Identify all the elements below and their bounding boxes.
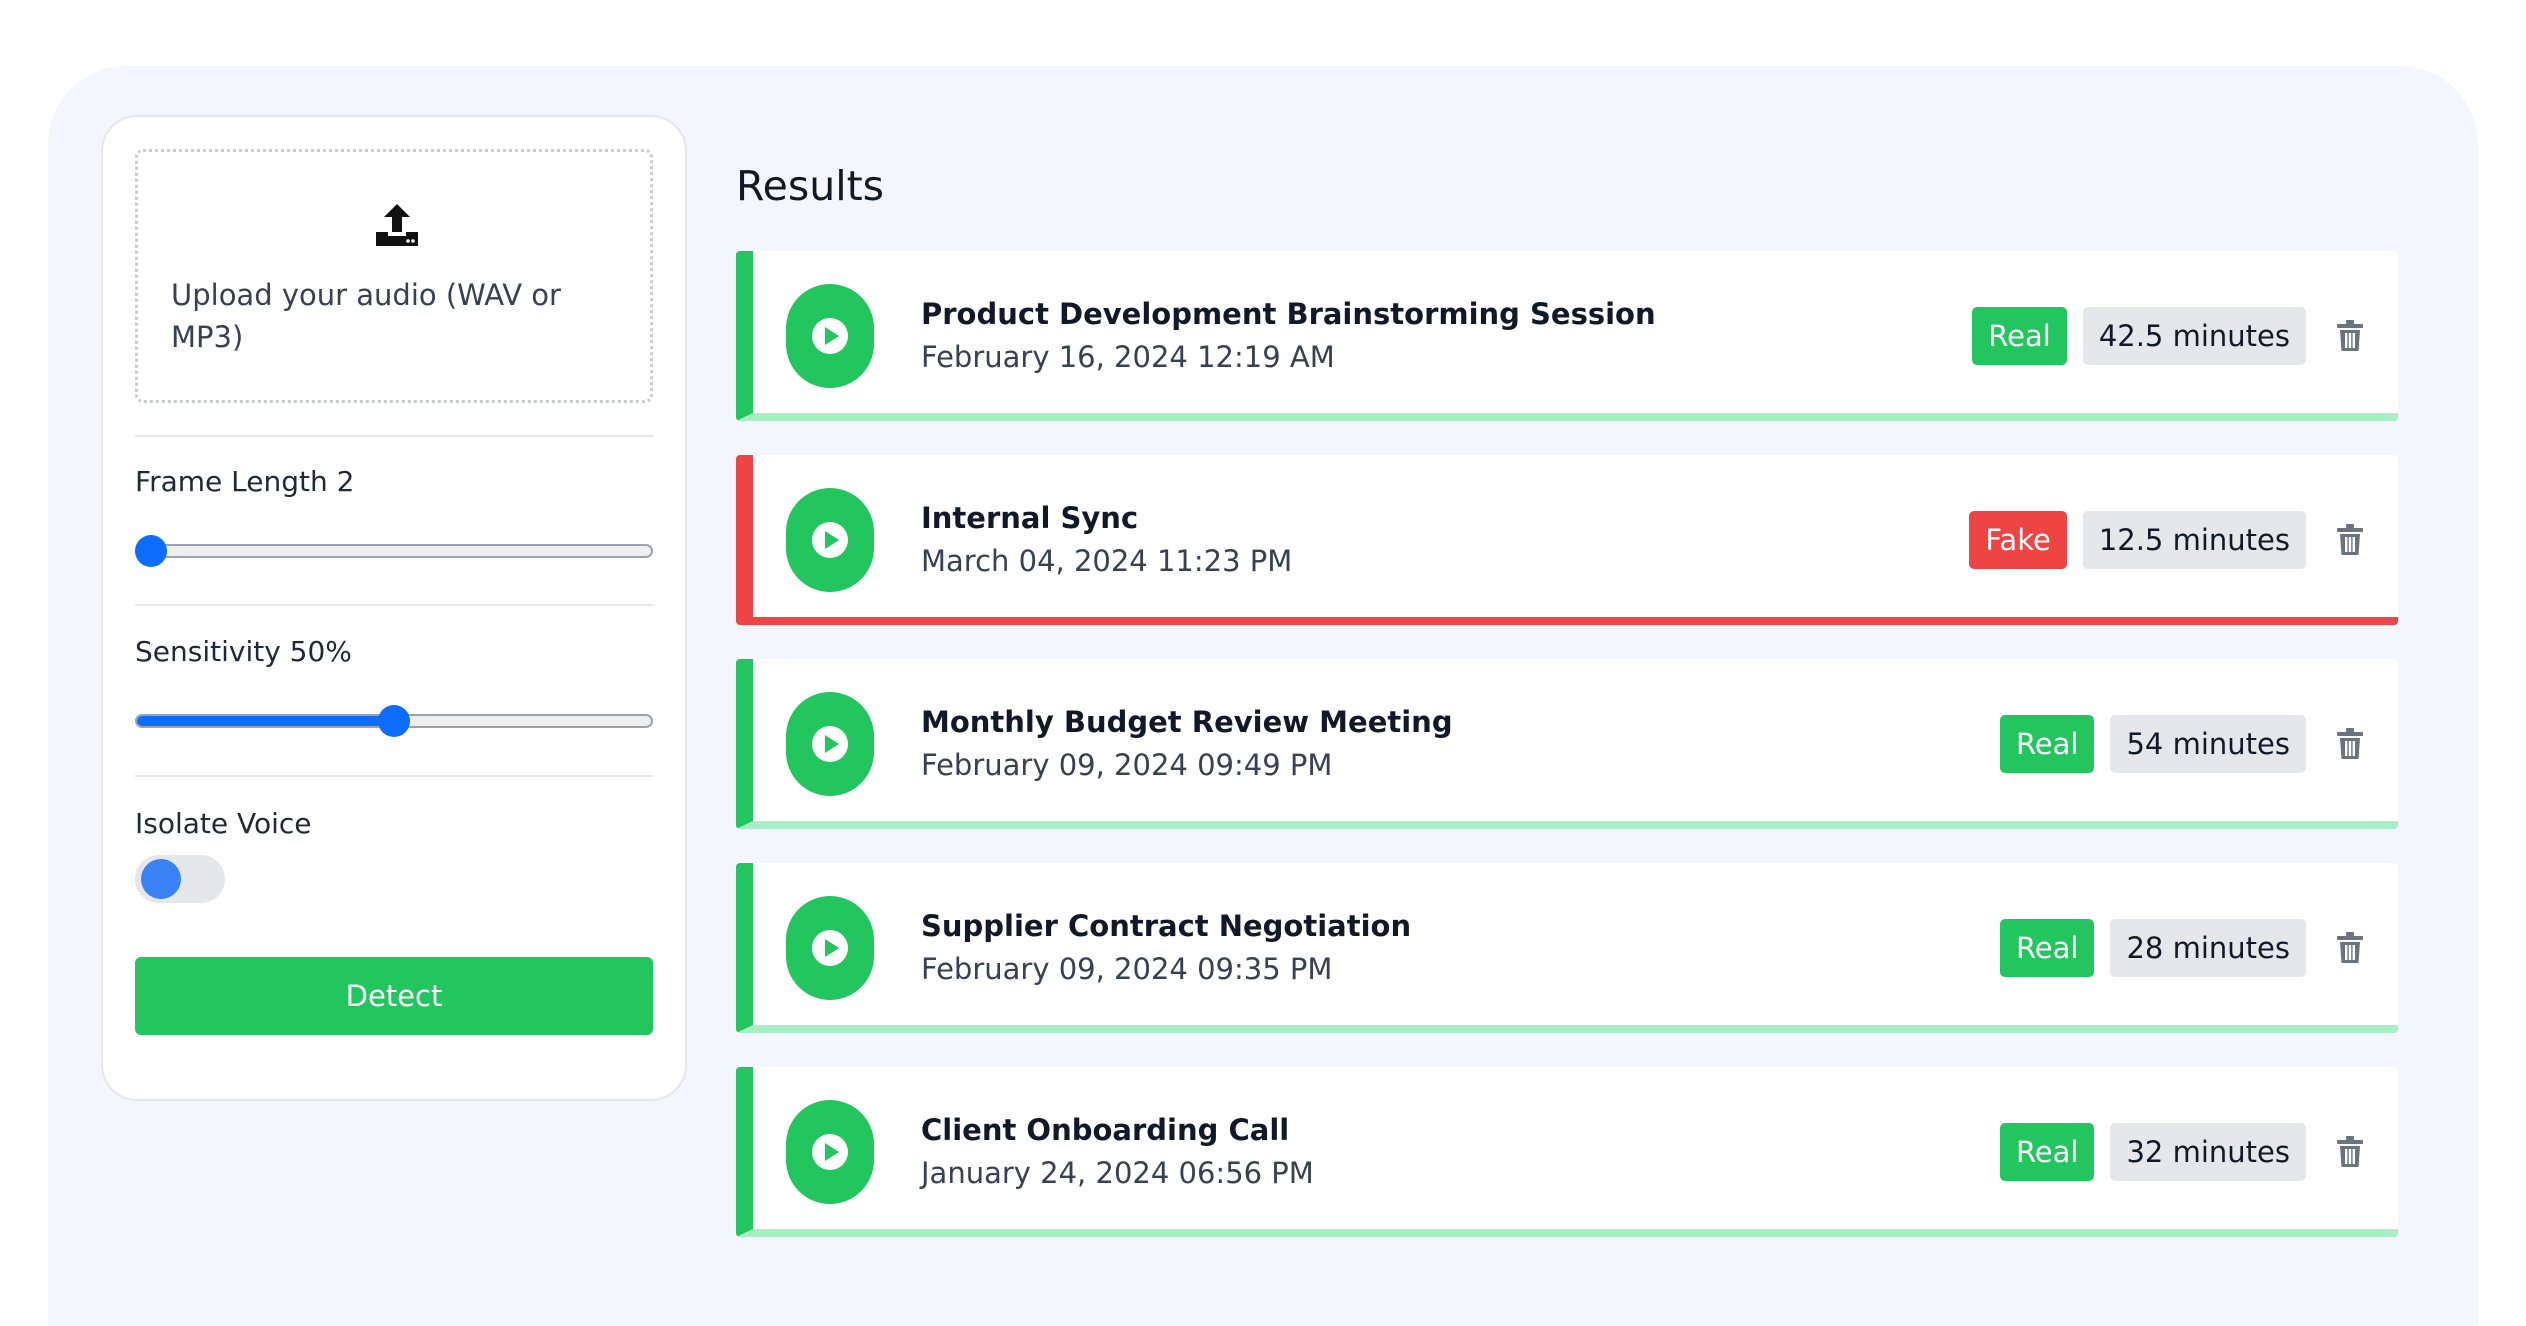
result-date: March 04, 2024 11:23 PM <box>921 544 1293 578</box>
verdict-badge: Fake <box>1969 511 2067 569</box>
play-button[interactable] <box>786 284 874 388</box>
trash-icon[interactable] <box>2336 524 2364 556</box>
divider <box>135 435 653 437</box>
trash-icon[interactable] <box>2336 728 2364 760</box>
result-meta: Real 28 minutes <box>1999 919 2364 977</box>
isolate-voice-label: Isolate Voice <box>135 807 312 840</box>
result-title: Monthly Budget Review Meeting <box>921 705 1453 739</box>
result-title: Internal Sync <box>921 501 1139 535</box>
settings-panel: Upload your audio (WAV or MP3) Frame Len… <box>101 115 687 1101</box>
play-button[interactable] <box>786 488 874 592</box>
upload-dropzone[interactable]: Upload your audio (WAV or MP3) <box>135 149 653 403</box>
sensitivity-label: Sensitivity 50% <box>135 635 352 668</box>
play-icon <box>812 930 848 966</box>
upload-label: Upload your audio (WAV or MP3) <box>171 278 561 354</box>
toggle-knob <box>141 859 181 899</box>
slider-fill <box>137 716 396 726</box>
play-button[interactable] <box>786 692 874 796</box>
verdict-badge: Real <box>1999 715 2095 773</box>
results-title: Results <box>736 162 885 210</box>
result-date: January 24, 2024 06:56 PM <box>921 1156 1314 1190</box>
frame-length-slider[interactable] <box>135 535 653 567</box>
slider-thumb[interactable] <box>135 535 167 567</box>
isolate-voice-toggle[interactable] <box>135 855 225 903</box>
trash-icon[interactable] <box>2336 1136 2364 1168</box>
verdict-badge: Real <box>1972 307 2067 365</box>
play-icon <box>812 522 848 558</box>
result-date: February 09, 2024 09:35 PM <box>921 952 1333 986</box>
verdict-badge: Real <box>1999 919 2095 977</box>
duration-badge: 32 minutes <box>2110 1123 2306 1181</box>
frame-length-label: Frame Length 2 <box>135 465 355 498</box>
slider-track <box>135 544 653 558</box>
result-title: Supplier Contract Negotiation <box>921 909 1412 943</box>
result-date: February 09, 2024 09:49 PM <box>921 748 1333 782</box>
sensitivity-slider[interactable] <box>135 705 653 737</box>
result-title: Product Development Brainstorming Sessio… <box>921 297 1656 331</box>
result-card: Product Development Brainstorming Sessio… <box>736 251 2398 421</box>
slider-thumb[interactable] <box>378 705 410 737</box>
duration-badge: 12.5 minutes <box>2082 511 2306 569</box>
divider <box>135 775 653 777</box>
upload-icon <box>376 204 418 246</box>
detect-button[interactable]: Detect <box>135 957 653 1035</box>
duration-badge: 28 minutes <box>2110 919 2306 977</box>
duration-badge: 42.5 minutes <box>2082 307 2306 365</box>
result-date: February 16, 2024 12:19 AM <box>921 340 1335 374</box>
result-card: Monthly Budget Review Meeting February 0… <box>736 659 2398 829</box>
result-meta: Fake 12.5 minutes <box>1969 511 2364 569</box>
divider <box>135 604 653 606</box>
trash-icon[interactable] <box>2336 932 2364 964</box>
play-icon <box>812 318 848 354</box>
play-button[interactable] <box>786 896 874 1000</box>
verdict-badge: Real <box>1999 1123 2095 1181</box>
result-meta: Real 54 minutes <box>1999 715 2364 773</box>
result-meta: Real 32 minutes <box>1999 1123 2364 1181</box>
duration-badge: 54 minutes <box>2110 715 2306 773</box>
app-container: Upload your audio (WAV or MP3) Frame Len… <box>48 66 2478 1326</box>
play-button[interactable] <box>786 1100 874 1204</box>
result-title: Client Onboarding Call <box>921 1113 1290 1147</box>
result-card: Internal Sync March 04, 2024 11:23 PM Fa… <box>736 455 2398 625</box>
result-meta: Real 42.5 minutes <box>1972 307 2364 365</box>
play-icon <box>812 726 848 762</box>
result-card: Supplier Contract Negotiation February 0… <box>736 863 2398 1033</box>
trash-icon[interactable] <box>2336 320 2364 352</box>
play-icon <box>812 1134 848 1170</box>
result-card: Client Onboarding Call January 24, 2024 … <box>736 1067 2398 1237</box>
